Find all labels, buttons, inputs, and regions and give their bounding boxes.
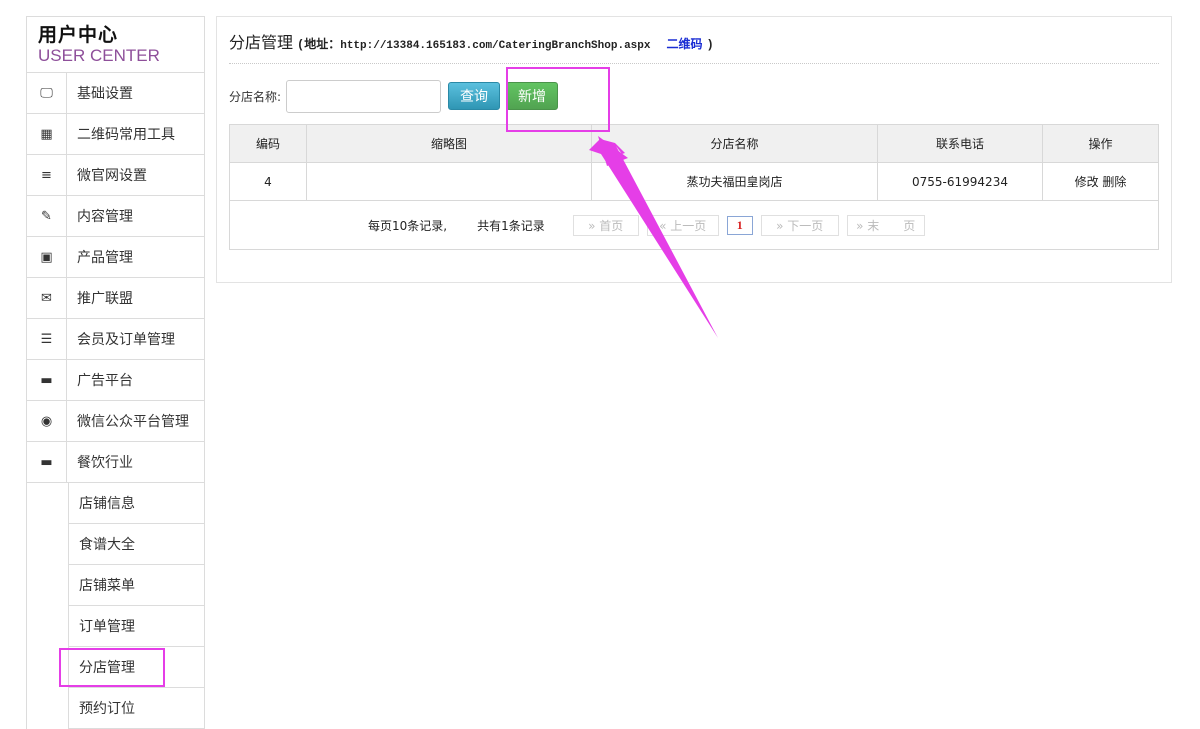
page-root: 用户中心 USER CENTER 🖵 基础设置 ▦ 二维码常用工具 ≡ 微官网设… xyxy=(0,0,1200,729)
arrow-shaft xyxy=(589,139,718,338)
annotation-arrow xyxy=(589,136,718,338)
